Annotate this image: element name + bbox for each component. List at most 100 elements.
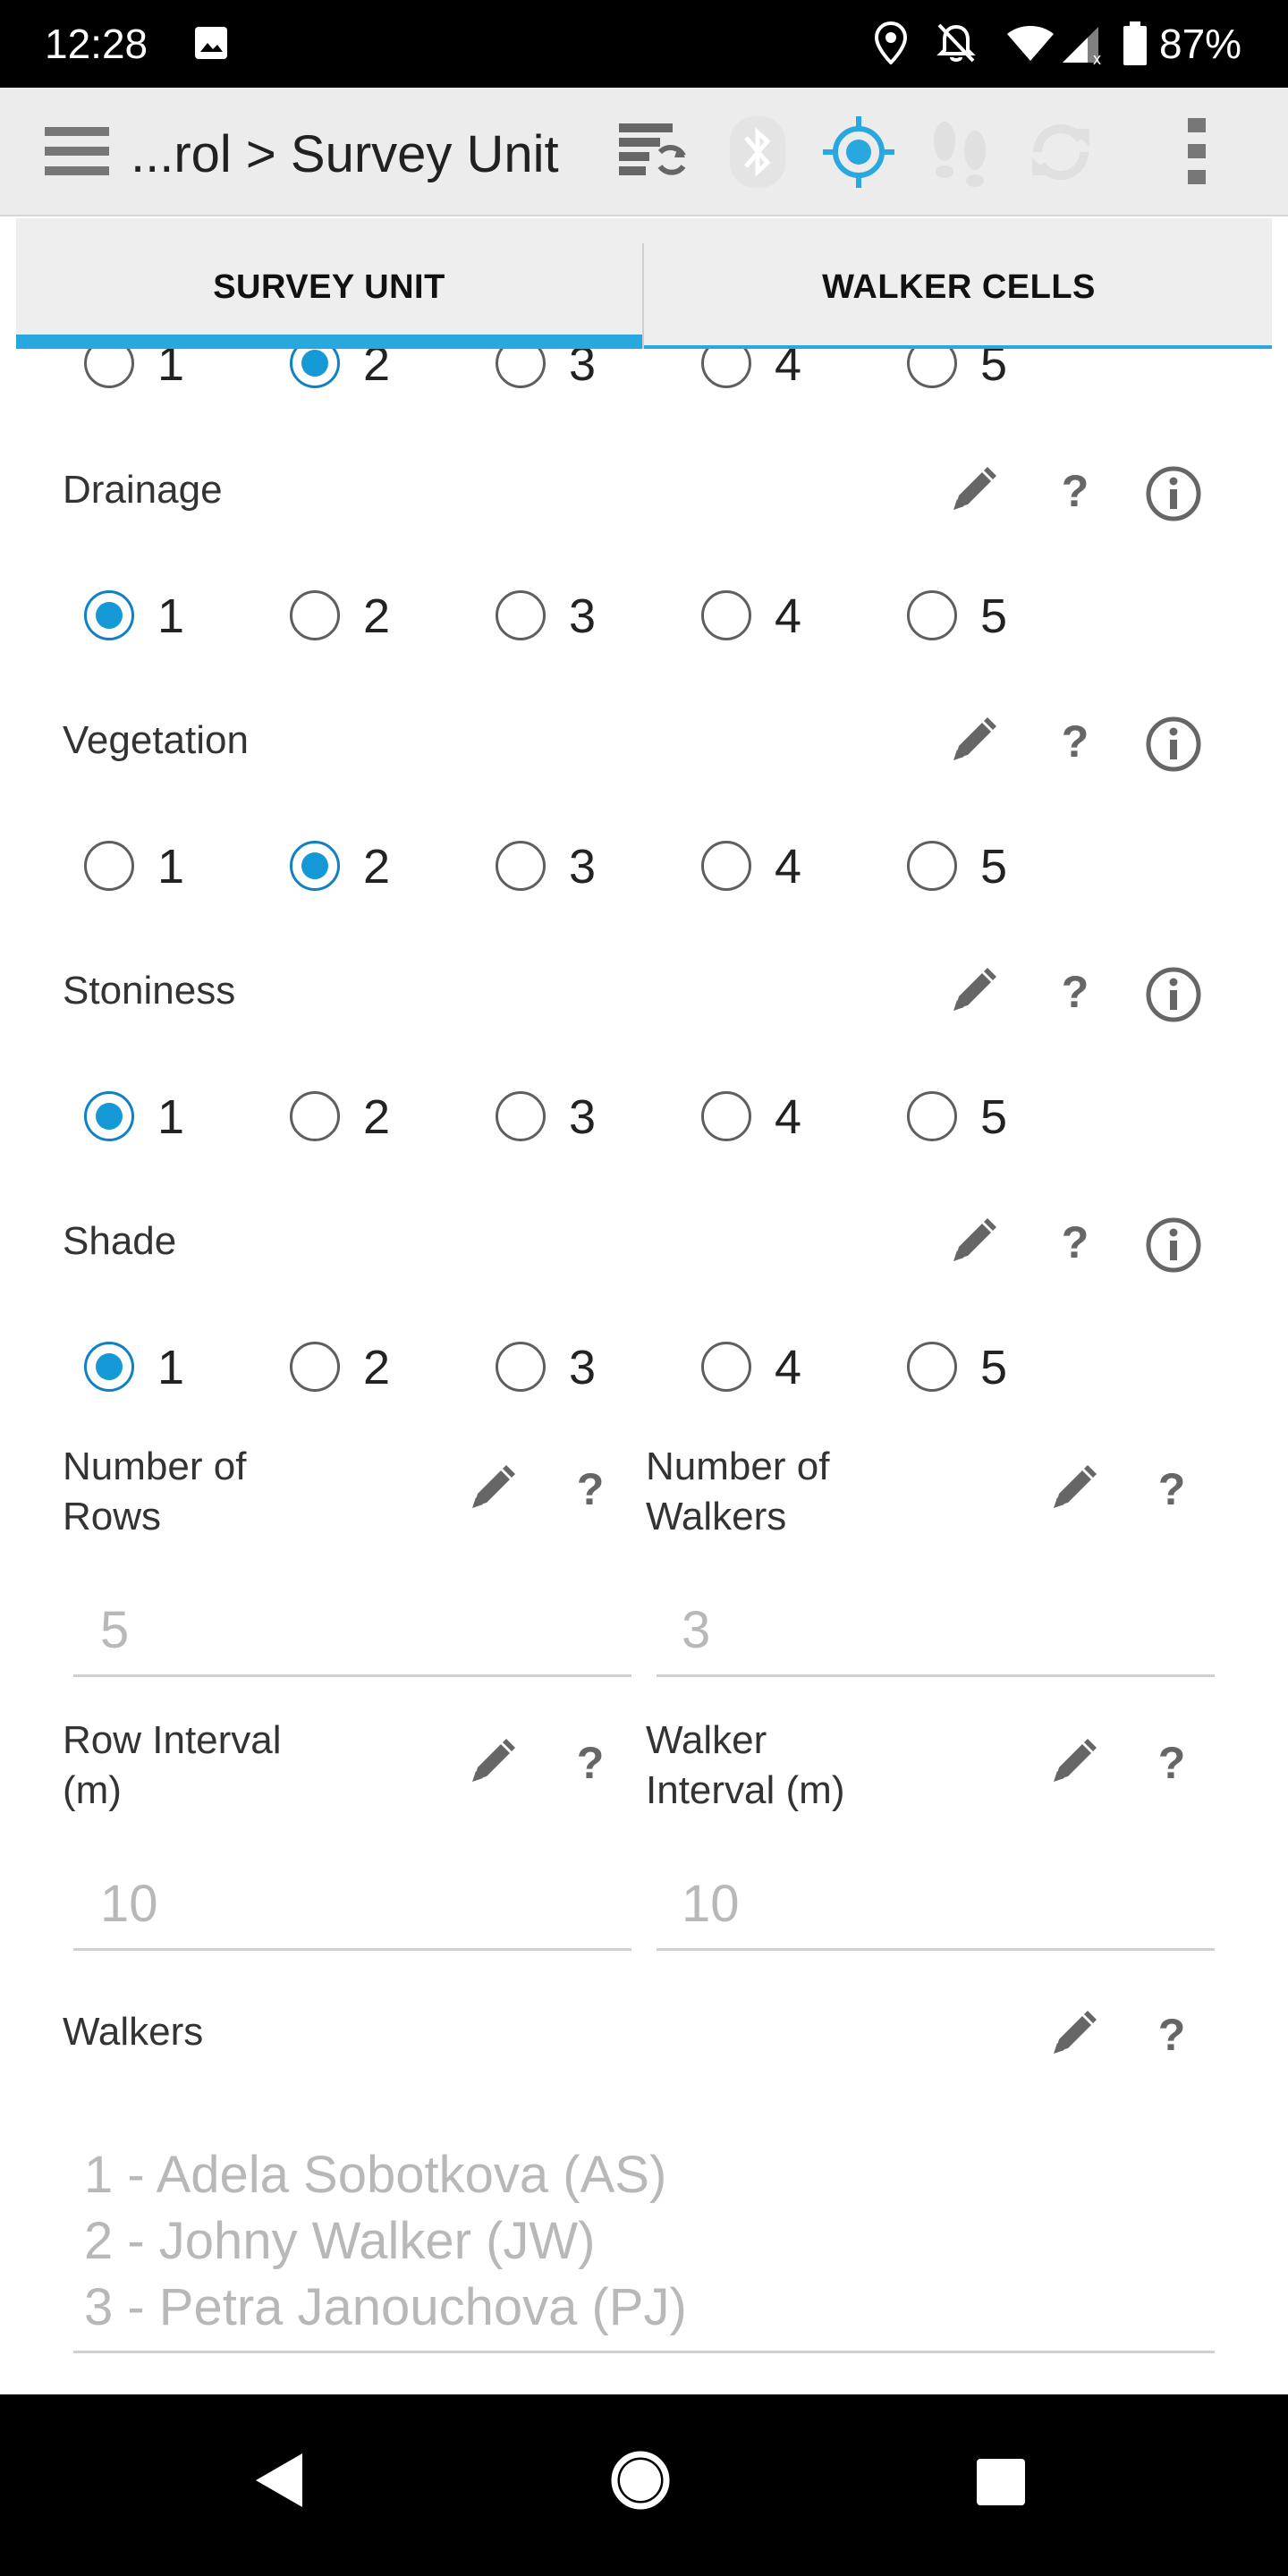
walker-interval-input[interactable]: 10 bbox=[682, 1873, 740, 1936]
help-icon[interactable]: ? bbox=[1057, 966, 1093, 1021]
help-icon[interactable]: ? bbox=[1057, 1216, 1093, 1271]
radio-button[interactable] bbox=[701, 1091, 751, 1141]
overflow-menu-icon[interactable] bbox=[1186, 118, 1208, 189]
pencil-icon[interactable] bbox=[948, 465, 998, 520]
radio-button[interactable] bbox=[907, 590, 957, 640]
radio-button[interactable] bbox=[907, 1091, 957, 1141]
walkers-list-input[interactable]: 1 - Adela Sobotkova (AS) 2 - Johny Walke… bbox=[84, 2142, 687, 2341]
radio-button[interactable] bbox=[84, 349, 134, 388]
radio-option-1[interactable]: 1 bbox=[16, 581, 195, 653]
radio-option-2[interactable]: 2 bbox=[222, 1333, 401, 1404]
radio-button-checked[interactable] bbox=[84, 1091, 134, 1141]
radio-option-5[interactable]: 5 bbox=[839, 1082, 1018, 1154]
radio-option-4[interactable]: 4 bbox=[633, 1082, 812, 1154]
radio-button[interactable] bbox=[701, 590, 751, 640]
pencil-icon[interactable] bbox=[948, 966, 998, 1021]
radio-option-2[interactable]: 2 bbox=[222, 581, 401, 653]
bluetooth-icon[interactable] bbox=[728, 114, 787, 194]
radio-label: 2 bbox=[363, 1090, 391, 1144]
radio-button[interactable] bbox=[907, 349, 957, 388]
pencil-icon[interactable] bbox=[1048, 2009, 1098, 2063]
radio-button-checked[interactable] bbox=[84, 590, 134, 640]
tab-walker-cells[interactable]: WALKER CELLS bbox=[646, 218, 1272, 349]
radio-option-5[interactable]: 5 bbox=[839, 349, 1018, 401]
radio-button[interactable] bbox=[290, 1342, 340, 1392]
help-icon[interactable]: ? bbox=[1057, 716, 1093, 770]
info-icon[interactable] bbox=[1145, 1216, 1202, 1278]
recents-icon[interactable] bbox=[977, 2459, 1025, 2510]
radio-option-2[interactable]: 2 bbox=[222, 832, 401, 903]
pencil-icon[interactable] bbox=[1048, 1737, 1098, 1792]
row-interval-input[interactable]: 10 bbox=[100, 1873, 158, 1936]
pencil-icon[interactable] bbox=[948, 1216, 998, 1271]
home-icon[interactable] bbox=[610, 2450, 671, 2515]
sync-icon[interactable] bbox=[619, 120, 687, 187]
radio-button[interactable] bbox=[701, 349, 751, 388]
number-of-walkers-input[interactable]: 3 bbox=[682, 1599, 710, 1662]
radio-button[interactable] bbox=[907, 1342, 957, 1392]
radio-button[interactable] bbox=[701, 1342, 751, 1392]
label-line: Number of bbox=[646, 1445, 830, 1488]
radio-option-3[interactable]: 3 bbox=[428, 581, 606, 653]
pencil-icon[interactable] bbox=[948, 716, 998, 770]
number-of-rows-input[interactable]: 5 bbox=[100, 1599, 129, 1662]
radio-option-5[interactable]: 5 bbox=[839, 1333, 1018, 1404]
radio-option-3[interactable]: 3 bbox=[428, 349, 606, 401]
info-icon[interactable] bbox=[1145, 465, 1202, 527]
location-icon bbox=[873, 21, 909, 69]
pencil-icon[interactable] bbox=[1048, 1463, 1098, 1518]
radio-button-checked[interactable] bbox=[84, 1342, 134, 1392]
help-icon[interactable]: ? bbox=[1057, 465, 1093, 520]
radio-option-4[interactable]: 4 bbox=[633, 349, 812, 401]
tab-survey-unit[interactable]: SURVEY UNIT bbox=[16, 218, 642, 349]
help-icon[interactable]: ? bbox=[1154, 2009, 1190, 2063]
radio-option-3[interactable]: 3 bbox=[428, 1333, 606, 1404]
radio-button[interactable] bbox=[496, 590, 546, 640]
radio-option-3[interactable]: 3 bbox=[428, 832, 606, 903]
info-icon[interactable] bbox=[1145, 966, 1202, 1028]
radio-button[interactable] bbox=[290, 590, 340, 640]
radio-option-3[interactable]: 3 bbox=[428, 1082, 606, 1154]
help-icon[interactable]: ? bbox=[572, 1737, 608, 1792]
bell-off-icon bbox=[936, 21, 977, 69]
radio-option-1[interactable]: 1 bbox=[16, 349, 195, 401]
radio-option-1[interactable]: 1 bbox=[16, 832, 195, 903]
radio-option-4[interactable]: 4 bbox=[633, 1333, 812, 1404]
radio-label: 3 bbox=[569, 1090, 597, 1144]
radio-button-checked[interactable] bbox=[290, 349, 340, 388]
pencil-icon[interactable] bbox=[467, 1463, 517, 1518]
radio-button[interactable] bbox=[496, 1091, 546, 1141]
radio-label: 3 bbox=[569, 840, 597, 894]
list-item: 2 - Johny Walker (JW) bbox=[84, 2212, 596, 2270]
refresh-icon[interactable] bbox=[1025, 116, 1097, 192]
help-icon[interactable]: ? bbox=[1154, 1463, 1190, 1518]
help-icon[interactable]: ? bbox=[1154, 1737, 1190, 1792]
radio-button[interactable] bbox=[496, 841, 546, 891]
radio-option-1[interactable]: 1 bbox=[16, 1333, 195, 1404]
track-icon[interactable] bbox=[927, 114, 995, 194]
radio-button[interactable] bbox=[701, 841, 751, 891]
radio-option-5[interactable]: 5 bbox=[839, 581, 1018, 653]
help-icon[interactable]: ? bbox=[572, 1463, 608, 1518]
radio-button-checked[interactable] bbox=[290, 841, 340, 891]
radio-option-2[interactable]: 2 bbox=[222, 349, 401, 401]
gps-icon[interactable] bbox=[821, 114, 896, 194]
info-icon[interactable] bbox=[1145, 716, 1202, 777]
radio-option-4[interactable]: 4 bbox=[633, 581, 812, 653]
radio-label: 2 bbox=[363, 1341, 391, 1394]
drainage-radio-group: 1 2 3 4 5 bbox=[16, 581, 1272, 653]
radio-option-4[interactable]: 4 bbox=[633, 832, 812, 903]
radio-option-1[interactable]: 1 bbox=[16, 1082, 195, 1154]
back-icon[interactable] bbox=[254, 2452, 304, 2513]
radio-button[interactable] bbox=[290, 1091, 340, 1141]
svg-text:?: ? bbox=[577, 1464, 605, 1513]
pencil-icon[interactable] bbox=[467, 1737, 517, 1792]
radio-button[interactable] bbox=[496, 1342, 546, 1392]
radio-button[interactable] bbox=[84, 841, 134, 891]
radio-button[interactable] bbox=[496, 349, 546, 388]
menu-icon[interactable] bbox=[45, 127, 109, 182]
page-title: ...rol > Survey Unit bbox=[131, 125, 559, 183]
radio-button[interactable] bbox=[907, 841, 957, 891]
radio-option-2[interactable]: 2 bbox=[222, 1082, 401, 1154]
radio-option-5[interactable]: 5 bbox=[839, 832, 1018, 903]
